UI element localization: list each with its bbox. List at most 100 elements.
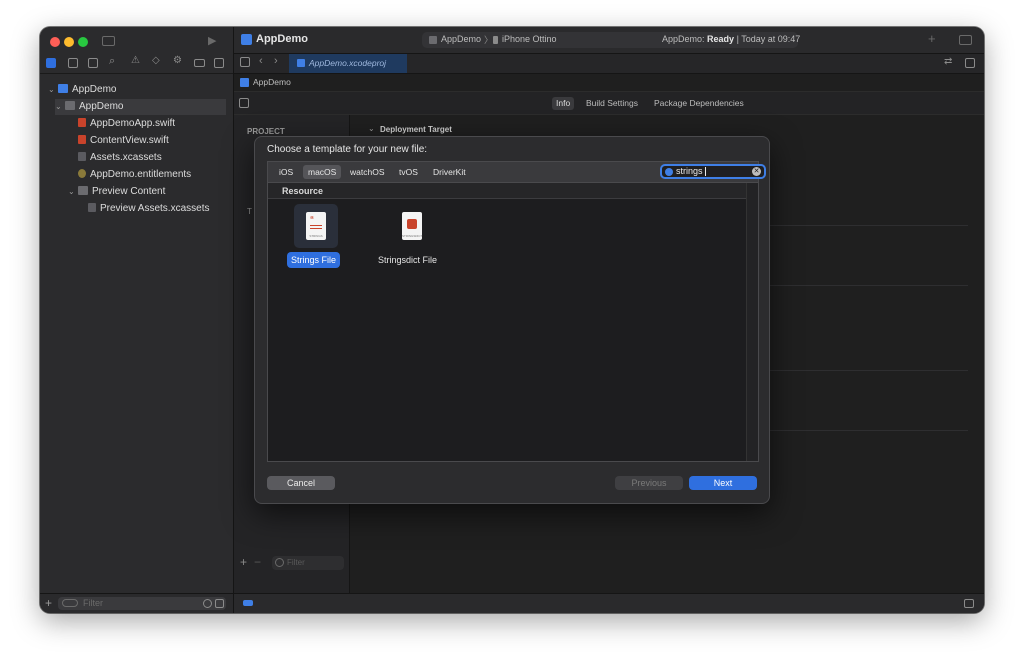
toolbar: AppDemo AppDemo 〉 iPhone Ottino AppDemo:… [234,27,984,54]
add-icon[interactable]: + [928,31,936,46]
divider [40,73,233,74]
text-cursor [705,167,706,176]
project-title: AppDemo [256,33,308,45]
chevron-down-icon[interactable]: ⌄ [48,82,58,98]
project-header: PROJECT [247,127,285,136]
sidebar-filter-field[interactable]: Filter [58,597,226,610]
grid-icon[interactable] [240,57,250,67]
platform-tab-bar: iOS macOS watchOS tvOS DriverKit strings… [267,161,766,182]
xcode-project-icon [297,59,305,67]
debug-area-icon[interactable] [243,600,253,606]
dict-glyph [407,219,417,229]
scheme-selector[interactable]: AppDemo [441,34,481,44]
search-input[interactable]: strings [676,166,703,176]
tab-ios[interactable]: iOS [274,165,298,179]
hide-targets-icon[interactable] [239,98,249,108]
folder-icon [65,101,75,110]
find-navigator-icon[interactable]: ⌕ [109,55,115,68]
template-strings-file-tile[interactable]: “ STRINGS [294,204,338,248]
divider [760,370,968,371]
build-status: AppDemo: Ready | Today at 09:47 [662,34,801,44]
tab-appdemo-xcodeproj[interactable]: AppDemo.xcodeproj [289,54,407,73]
test-navigator-icon[interactable]: ◇ [152,55,160,66]
issue-navigator-icon[interactable]: ⚠ [131,55,140,66]
divider [760,430,968,431]
sidebar-filter-bar: + Filter [40,593,233,613]
tab-watchos[interactable]: watchOS [345,165,390,179]
tree-item-contentview-swift[interactable]: ContentView.swift [78,133,169,149]
zoom-window-button[interactable] [78,37,88,47]
source-control-navigator-icon[interactable] [68,58,78,68]
quote-glyph: “ [310,215,314,224]
source-control-filter-icon[interactable] [215,599,224,608]
recent-files-icon[interactable] [203,599,212,608]
chevron-down-icon[interactable]: ⌄ [55,99,65,115]
scheme-icon [429,36,437,44]
targets-filter-field[interactable]: Filter [272,556,344,570]
destination-selector[interactable]: iPhone Ottino [502,34,557,44]
template-stringsdict-file-label[interactable]: Stringsdict File [378,252,437,268]
minimize-window-button[interactable] [64,37,74,47]
template-search-field[interactable]: strings ✕ [660,164,766,179]
chevron-right-icon[interactable]: › [274,55,278,67]
xcode-project-icon [58,84,68,93]
xcode-project-icon [240,78,249,87]
add-editor-icon[interactable] [965,58,975,68]
tab-info[interactable]: Info [552,97,575,110]
text-line [310,225,322,226]
project-navigator-icon[interactable] [46,58,56,68]
stringsdict-file-icon: STRINGSDICT [402,212,422,240]
filter-icon [62,599,78,607]
tab-tvos[interactable]: tvOS [394,165,423,179]
tab-macos[interactable]: macOS [303,165,342,179]
debug-navigator-icon[interactable]: ⚙ [173,55,182,66]
template-stringsdict-file-tile[interactable]: STRINGSDICT [390,204,434,248]
chevron-down-icon[interactable]: ⌄ [68,184,78,200]
navigator-sidebar: ▶ ⌕ ⚠ ◇ ⚙ ⌄ AppDemo ⌄ AppDemo AppDemoApp.s… [40,27,234,613]
previous-button[interactable]: Previous [615,476,683,490]
report-navigator-icon[interactable] [214,58,224,68]
scrollbar[interactable] [746,183,758,461]
tree-item-appdemo-folder[interactable]: ⌄ AppDemo [55,99,226,115]
template-list: Resource “ STRINGS Strings File STRINGSD… [267,182,759,462]
tree-item-project[interactable]: ⌄ AppDemo [48,82,228,98]
close-window-button[interactable] [50,37,60,47]
tree-item-assets[interactable]: Assets.xcassets [78,150,162,166]
next-button[interactable]: Next [689,476,757,490]
entitlements-icon [78,169,86,178]
breakpoint-navigator-icon[interactable] [194,59,205,67]
cancel-button[interactable]: Cancel [267,476,335,490]
tab-package-dependencies[interactable]: Package Dependencies [654,97,744,110]
chevron-down-icon[interactable]: ⌄ [368,124,375,133]
tab-driverkit[interactable]: DriverKit [428,165,471,179]
tab-build-settings[interactable]: Build Settings [586,97,638,110]
add-icon[interactable]: + [240,555,247,569]
split-editor-icon[interactable]: ⇄ [944,56,952,67]
jump-bar: AppDemo [234,74,984,92]
tab-bar: ‹ › AppDemo.xcodeproj ⇄ [234,54,984,74]
chevron-left-icon[interactable]: ‹ [259,55,263,67]
template-strings-file-label[interactable]: Strings File [287,252,341,268]
toggle-inspector-icon[interactable] [959,35,972,45]
toggle-sidebar-icon[interactable] [102,36,115,46]
divider [760,225,968,226]
tree-item-entitlements[interactable]: AppDemo.entitlements [78,167,191,183]
breadcrumb[interactable]: AppDemo [253,77,291,87]
new-file-template-sheet: Choose a template for your new file: iOS… [254,136,770,504]
symbol-navigator-icon[interactable] [88,58,98,68]
toggle-debug-area-icon[interactable] [964,599,974,608]
run-icon[interactable]: ▶ [208,34,216,47]
tree-item-appdemoapp-swift[interactable]: AppDemoApp.swift [78,116,175,132]
app-icon [241,34,252,45]
section-header-resource: Resource [268,183,746,199]
asset-catalog-icon [78,152,86,161]
divider [760,285,968,286]
tree-item-preview-assets[interactable]: Preview Assets.xcassets [88,201,209,217]
add-icon[interactable]: + [45,596,52,610]
clear-search-icon[interactable]: ✕ [752,167,761,176]
targets-filter-bar: + − Filter [240,555,344,571]
swift-file-icon [78,135,86,144]
tree-item-preview-content[interactable]: ⌄ Preview Content [68,184,165,200]
remove-icon[interactable]: − [254,555,261,569]
text-line [310,228,322,229]
